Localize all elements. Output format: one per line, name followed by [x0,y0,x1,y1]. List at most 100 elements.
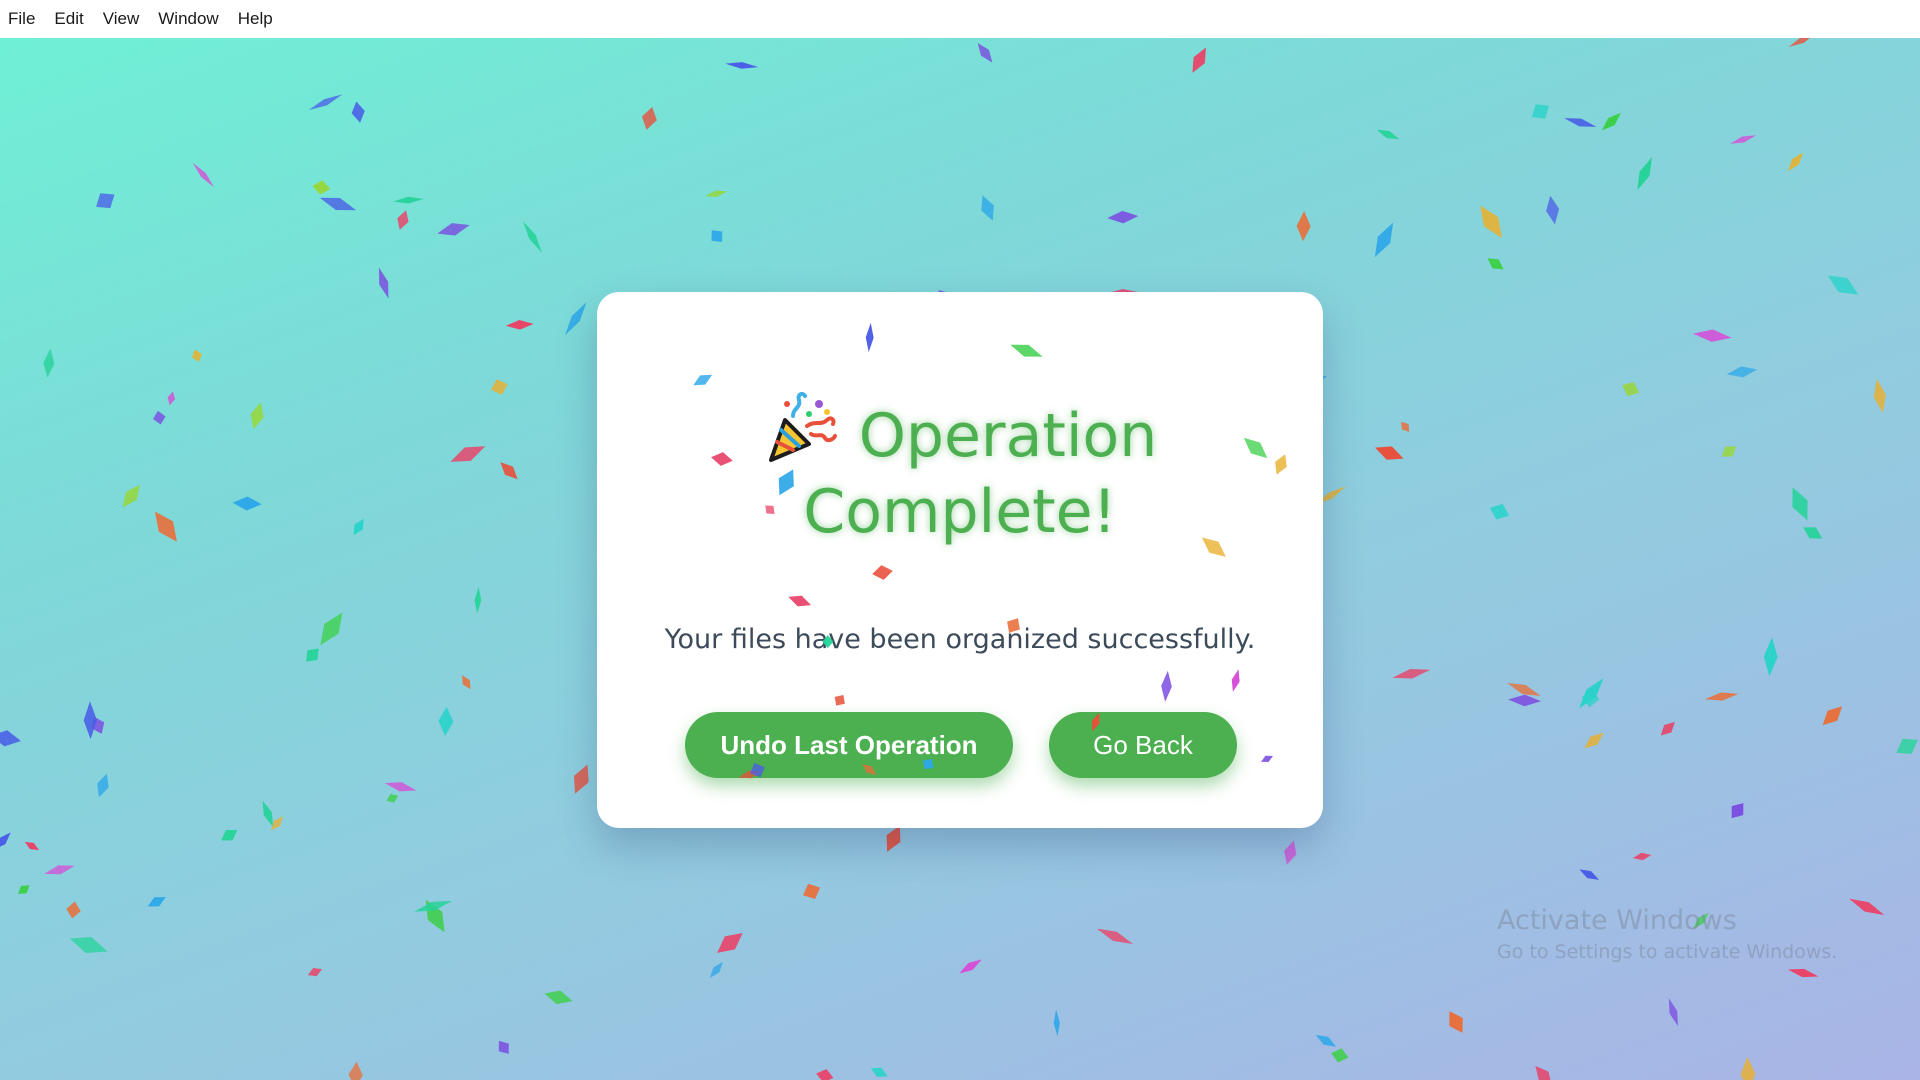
confetti-piece [1449,1011,1463,1033]
confetti-piece [1787,968,1819,978]
menu-bar: File Edit View Window Help [0,0,1920,38]
confetti-piece [1637,157,1652,191]
confetti-piece [378,267,389,299]
confetti-piece [250,402,264,430]
confetti-piece [437,223,470,236]
confetti-piece [262,800,274,828]
confetti-piece [500,462,518,480]
confetti-piece [1849,898,1885,916]
confetti-piece [981,195,994,221]
confetti-piece [1740,1056,1756,1080]
confetti-piece [1107,210,1139,224]
confetti-piece [221,829,238,841]
confetti-piece [97,773,109,798]
menu-window[interactable]: Window [158,9,218,29]
confetti-piece [386,793,399,803]
confetti-piece [192,162,215,188]
confetti-piece [544,990,573,1005]
confetti-piece [1375,446,1404,460]
confetti-piece [1873,378,1886,413]
confetti-piece [414,900,453,912]
confetti-piece [490,379,508,395]
confetti-piece [450,446,486,462]
confetti-piece [717,932,743,953]
confetti-piece [320,612,343,646]
confetti-piece [505,319,534,330]
confetti-piece [0,832,11,850]
confetti-piece [192,349,202,362]
confetti-piece [1578,678,1604,709]
confetti-piece [1827,275,1859,295]
confetti-piece [306,648,319,662]
confetti-piece [91,716,105,734]
confetti-piece [0,730,22,747]
confetti-piece [1896,738,1918,754]
confetti-piece [154,511,177,542]
confetti-piece [1693,329,1732,342]
confetti-piece [1822,706,1843,726]
confetti-piece [709,961,723,979]
confetti-piece [1508,694,1542,707]
confetti-piece [312,180,331,195]
confetti-piece [1376,129,1400,140]
confetti-piece [1803,527,1823,539]
confetti-piece [803,883,821,900]
confetti-piece [1581,688,1600,708]
confetti-piece [232,496,262,511]
confetti-piece [167,391,175,406]
menu-file[interactable]: File [8,9,35,29]
title-line-1: Operation [858,401,1158,471]
menu-view[interactable]: View [103,9,140,29]
confetti-piece [1296,211,1311,242]
confetti-piece [384,782,417,792]
confetti-piece [1507,683,1541,696]
confetti-piece [816,1069,834,1080]
app-area: Operation Complete! Your files have been… [0,38,1920,1080]
confetti-piece [66,901,81,919]
confetti-piece [725,62,759,69]
confetti-piece [1660,721,1675,736]
confetti-piece [1489,503,1510,520]
confetti-piece [1392,669,1431,679]
confetti-piece [1763,637,1778,677]
menu-help[interactable]: Help [238,9,273,29]
activate-windows-watermark: Activate Windows Go to Settings to activ… [1497,904,1837,966]
confetti-piece [271,816,283,831]
confetti-piece [1788,38,1816,47]
confetti-piece [18,885,30,894]
confetti-piece [83,701,97,740]
confetti-piece [1584,732,1604,749]
confetti-piece [705,190,728,197]
confetti-piece [319,197,357,211]
confetti-piece [1601,112,1621,131]
menu-edit[interactable]: Edit [54,9,83,29]
confetti-piece [1531,104,1550,119]
confetti-piece [307,967,322,977]
confetti-piece [1374,222,1394,258]
confetti-piece [1535,1065,1552,1080]
confetti-piece [1668,998,1678,1027]
confetti-piece [711,230,723,243]
party-popper-icon [768,391,837,462]
confetti-piece [1579,869,1600,880]
confetti-piece [1331,1048,1349,1063]
confetti-piece [1787,152,1804,172]
confetti-piece [870,1067,888,1077]
confetti-piece [96,193,115,209]
confetti-piece [573,764,589,794]
confetti-piece [1622,382,1640,397]
confetti-piece [43,348,55,378]
confetti-piece [1730,135,1757,144]
confetti-piece [147,897,166,907]
confetti-piece [348,1061,363,1080]
undo-last-operation-button[interactable]: Undo Last Operation [685,712,1013,778]
confetti-piece [523,221,542,253]
confetti-piece [1726,366,1758,378]
confetti-piece [69,936,108,954]
watermark-subtitle: Go to Settings to activate Windows. [1497,941,1838,963]
confetti-piece [1315,1034,1337,1047]
confetti-piece [351,101,365,123]
title-line-2: Complete! [803,477,1117,547]
confetti-piece [1284,840,1297,865]
go-back-button[interactable]: Go Back [1049,712,1237,778]
